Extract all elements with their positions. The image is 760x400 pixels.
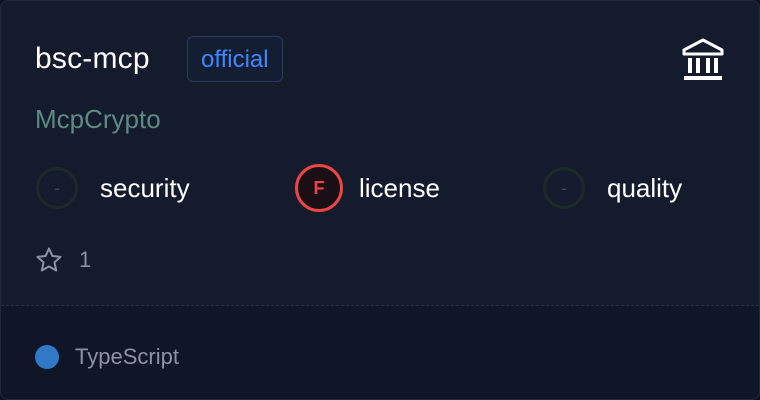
star-icon (36, 247, 62, 272)
score-license[interactable]: F license (295, 164, 440, 212)
language-name: TypeScript (75, 344, 179, 369)
license-label: license (359, 172, 440, 203)
star-count[interactable]: 1 (35, 245, 91, 275)
security-label: security (100, 172, 190, 203)
language-color-dot (35, 345, 59, 369)
star-count-value: 1 (79, 247, 92, 272)
quality-label: quality (607, 172, 683, 203)
official-badge: official (187, 36, 283, 82)
language-info: TypeScript (35, 344, 179, 370)
owner-name[interactable]: McpCrypto (35, 102, 161, 136)
score-security[interactable]: - security (36, 164, 190, 212)
score-quality[interactable]: - quality (543, 164, 682, 212)
license-grade: F (295, 164, 343, 212)
server-title[interactable]: bsc-mcp (35, 39, 150, 79)
security-grade: - (36, 167, 78, 209)
quality-grade: - (543, 167, 585, 209)
server-card[interactable]: bsc-mcp official McpCrypto - security F … (0, 0, 760, 400)
institution-icon (682, 38, 724, 80)
card-header-section: bsc-mcp official McpCrypto - security F … (1, 1, 759, 305)
